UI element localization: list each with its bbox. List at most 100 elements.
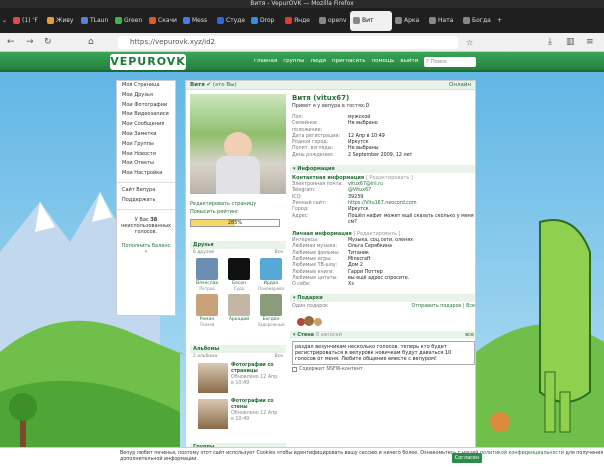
gift-image[interactable] (296, 313, 324, 327)
left-menu-item[interactable]: Мои Друзья (117, 91, 175, 101)
browser-tab[interactable]: Green (112, 11, 146, 31)
left-menu-item[interactable]: Мои Группы (117, 140, 175, 150)
friends-title[interactable]: Друзья (190, 241, 286, 249)
site-menu-item[interactable]: помощь (371, 58, 394, 64)
wall-header[interactable]: ▾ Стена 8 записей все (290, 330, 475, 339)
avatar[interactable] (228, 258, 250, 280)
album-thumbnail[interactable] (198, 363, 228, 393)
home-icon[interactable]: ⌂ (88, 36, 94, 49)
album-thumbnail[interactable] (198, 399, 228, 429)
chevron-down-icon: ▾ (293, 294, 296, 301)
edit-page-link[interactable]: Редактировать страницу (190, 201, 256, 207)
tab-label: openv (328, 17, 347, 24)
left-menu-item[interactable]: Мои Фотографии (117, 101, 175, 111)
friends-all-link[interactable]: Все (275, 250, 283, 255)
album-item[interactable]: Фотографии со стены Обновлено 12 Апр в 10… (190, 396, 286, 432)
browser-tab[interactable]: Янде (282, 11, 316, 31)
gifts-all-link[interactable]: Все (466, 304, 475, 309)
albums-title[interactable]: Альбомы (190, 345, 286, 353)
left-menu-extra-item[interactable]: Поддержать (117, 196, 175, 206)
album-name[interactable]: Фотографии со стены (231, 399, 278, 411)
album-name[interactable]: Фотографии со страницы (231, 363, 278, 375)
bookmark-icon[interactable]: ☆ (466, 36, 473, 49)
friend-item[interactable]: Вячеслав Петров (191, 258, 223, 291)
tab-favicon-icon (149, 17, 156, 24)
menu-icon[interactable]: ≡ (586, 36, 594, 49)
browser-tab[interactable]: Вит (350, 10, 392, 31)
friend-item[interactable]: Ирдан Пономарева (255, 258, 287, 291)
back-icon[interactable]: ← (7, 36, 15, 49)
gifts-header[interactable]: ▾ Подарки (290, 293, 475, 302)
site-logo[interactable]: VEPUROVK (110, 54, 186, 70)
site-menu-item[interactable]: выйти (400, 58, 418, 64)
left-menu-item[interactable]: Мои Заметки (117, 130, 175, 140)
left-menu-item[interactable]: Моя Страница (117, 81, 175, 91)
tab-label: Mess (192, 17, 208, 24)
avatar[interactable] (260, 294, 282, 316)
wall-input[interactable]: раздал везунчикам несколько голосов. теп… (292, 340, 475, 365)
left-menu-item[interactable]: Мои Новости (117, 150, 175, 160)
avatar[interactable] (196, 258, 218, 280)
friend-item[interactable]: Аркадий (223, 294, 255, 327)
friend-item[interactable]: Богдан Задорожный (255, 294, 287, 327)
info-section-header[interactable]: ▾ Информация (290, 165, 475, 174)
top-up-balance-link[interactable]: Пополнить баланс » (117, 239, 175, 259)
cookie-accept-button[interactable]: Согласен (452, 453, 482, 463)
new-tab-icon[interactable]: + (494, 11, 505, 31)
url-bar[interactable]: https://vepurovk.xyz/id2 (118, 36, 458, 49)
browser-tab[interactable]: Скачи (146, 11, 180, 31)
browser-tab[interactable]: Богда (460, 11, 494, 31)
info-value: вы ещё адрес спросите. (348, 275, 410, 281)
avatar[interactable] (196, 294, 218, 316)
online-status: Онлайн (449, 82, 471, 88)
profile-photo[interactable] (190, 94, 286, 194)
contacts-edit-link[interactable]: [ Редактировать ] (366, 175, 413, 181)
wall-all-link[interactable]: все (465, 331, 474, 339)
left-menu-item[interactable]: Мои Видеозаписи (117, 110, 175, 120)
tab-favicon-icon (251, 17, 258, 24)
tab-favicon-icon (13, 17, 20, 24)
avatar[interactable] (260, 258, 282, 280)
boost-rating-link[interactable]: Повысить рейтинг (190, 209, 239, 215)
reload-icon[interactable]: ↻ (44, 36, 52, 49)
send-gift-link[interactable]: Отправить подарок (411, 304, 461, 309)
browser-tab[interactable]: Арка (392, 11, 426, 31)
tab-label: Ната (438, 17, 454, 24)
forward-icon[interactable]: → (26, 36, 34, 49)
album-item[interactable]: Фотографии со страницы Обновлено 12 Апр в… (190, 360, 286, 396)
search-icon: ⌕ (426, 57, 430, 64)
tab-label: (1) ‘F (22, 17, 38, 24)
friend-surname: Пономарева (258, 286, 284, 291)
site-menu-item[interactable]: группы (283, 58, 304, 64)
albums-all-link[interactable]: Все (275, 354, 283, 359)
search-input[interactable]: Поиск (424, 57, 476, 67)
site-menu-item[interactable]: пригласить (332, 58, 365, 64)
avatar[interactable] (228, 294, 250, 316)
browser-tab[interactable]: openv (316, 11, 350, 31)
browser-tab[interactable]: Ната (426, 11, 460, 31)
personal-edit-link[interactable]: [ Редактировать ] (353, 231, 400, 237)
browser-tab[interactable]: Живу (44, 11, 78, 31)
contacts-title: Контактная информация [ Редактировать ] (292, 175, 413, 182)
browser-tab[interactable]: TLaun (78, 11, 112, 31)
friend-item[interactable]: Роман Ткачев (191, 294, 223, 327)
friend-item[interactable]: Бесон Суда (223, 258, 255, 291)
left-menu-extra-item[interactable]: Сайт Вепура (117, 186, 175, 196)
site-menu-item[interactable]: люди (310, 58, 326, 64)
left-menu-item[interactable]: Мои Ответы (117, 159, 175, 169)
tab-label: Живу (56, 17, 74, 24)
tab-list-icon[interactable]: ⌄ (0, 11, 10, 31)
left-menu-item[interactable]: Мои Настройки (117, 169, 175, 179)
library-icon[interactable]: ▥ (566, 36, 575, 49)
site-menu-item[interactable]: главная (254, 58, 277, 64)
left-menu-item[interactable]: Мои Сообщения (117, 120, 175, 130)
download-icon[interactable]: ⤓ (548, 36, 552, 49)
browser-tab[interactable]: Mess (180, 11, 214, 31)
tab-label: Вит (362, 17, 374, 24)
browser-tab[interactable]: Drop (248, 11, 282, 31)
site-menu: главная группы люди пригласить помощь выйти (254, 58, 418, 64)
privacy-policy-link[interactable]: политикой конфиденциальности (480, 451, 564, 456)
browser-tab[interactable]: (1) ‘F (10, 11, 44, 31)
browser-tab[interactable]: Студе (214, 11, 248, 31)
nsfw-checkbox[interactable] (292, 366, 297, 372)
